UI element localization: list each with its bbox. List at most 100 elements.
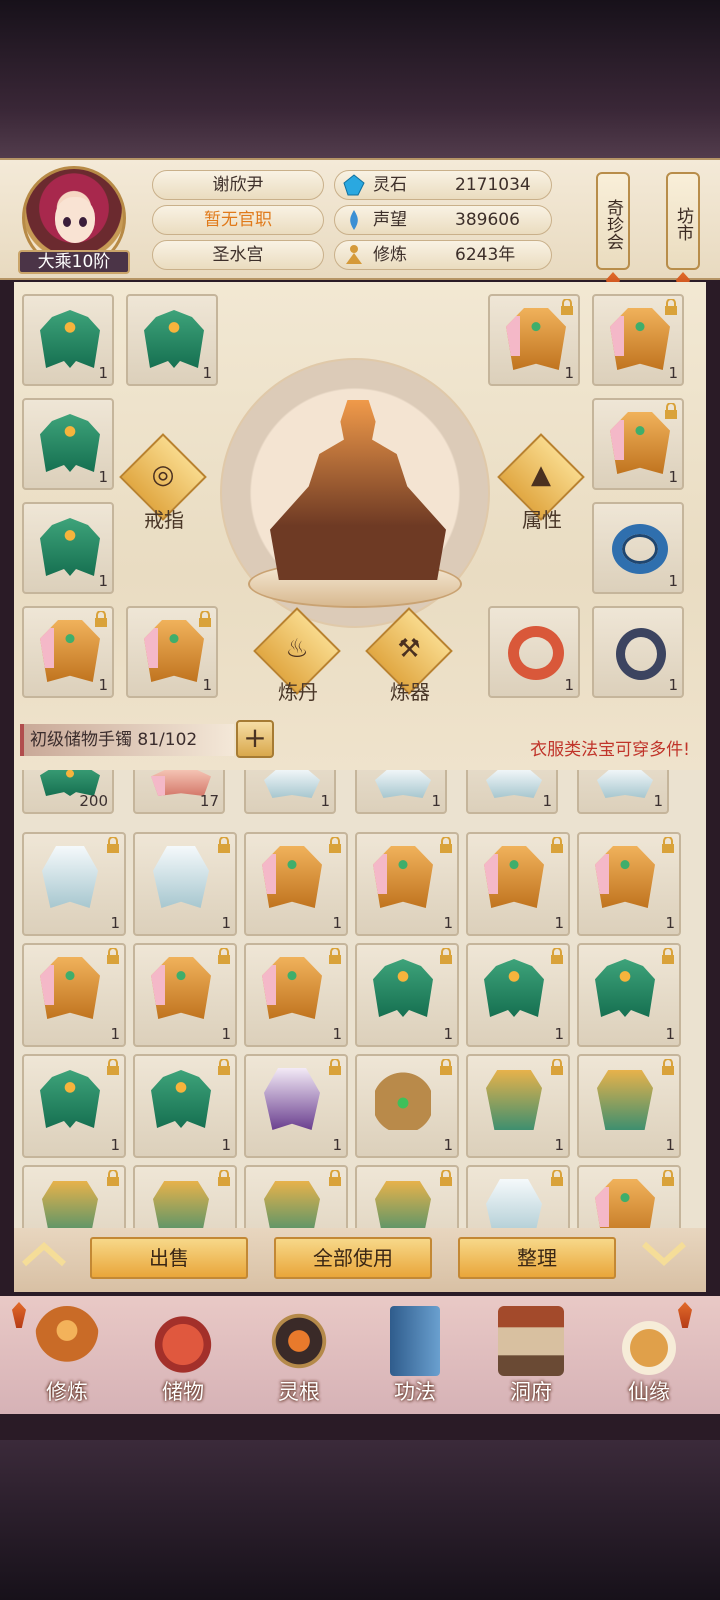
inventory-slot[interactable]: 1 [577, 770, 669, 814]
inventory-slot[interactable] [22, 1165, 126, 1228]
inventory-slot[interactable]: 1 [244, 1054, 348, 1158]
equip-slot[interactable]: 1 [126, 294, 218, 386]
lock-icon [551, 1059, 563, 1075]
inventory-slot[interactable] [466, 1165, 570, 1228]
green-robe-icon [373, 959, 433, 1017]
avatar-eye [79, 217, 87, 227]
equip-slot[interactable]: 1 [22, 294, 114, 386]
white-robe-icon [597, 770, 653, 798]
market-button[interactable]: 坊市 [666, 172, 700, 270]
attributes-label: 属性 [522, 508, 562, 532]
resource-cultivation: 修炼 6243年 [334, 240, 552, 270]
lock-icon [551, 837, 563, 853]
inventory-slot[interactable]: 1 [466, 832, 570, 936]
lock-icon [218, 948, 230, 964]
equip-slot[interactable]: 1 [592, 294, 684, 386]
inventory-slot[interactable]: 1 [355, 770, 447, 814]
lock-icon [551, 948, 563, 964]
use-all-button[interactable]: 全部使用 [274, 1237, 432, 1279]
inventory-slot[interactable]: 1 [466, 770, 558, 814]
tab-immortal-fate[interactable]: 仙缘 [590, 1304, 708, 1412]
armor-robe-icon [42, 1181, 98, 1228]
inventory-slot[interactable]: 1 [466, 943, 570, 1047]
lock-icon [551, 1170, 563, 1186]
inventory-slot[interactable]: 1 [244, 770, 336, 814]
inventory-slot[interactable]: 1 [466, 1054, 570, 1158]
inventory-slot[interactable]: 1 [577, 943, 681, 1047]
treasure-fair-button[interactable]: 奇珍会 [596, 172, 630, 270]
inventory-slot[interactable]: 1 [577, 1054, 681, 1158]
player-name: 谢欣尹 [152, 170, 324, 200]
white-robe-icon [42, 846, 98, 908]
tab-spirit-root[interactable]: 灵根 [240, 1304, 358, 1412]
ring-icon: ◎ [151, 460, 175, 490]
inventory-slot[interactable]: 1 [355, 832, 459, 936]
tab-skills[interactable]: 功法 [356, 1304, 474, 1412]
bottom-tab-bar: 修炼 储物 灵根 功法 洞府 仙缘 [0, 1296, 720, 1414]
inventory-slot[interactable]: 1 [133, 832, 237, 936]
lock-icon [329, 948, 341, 964]
inventory-slot[interactable] [133, 1165, 237, 1228]
lock-icon [107, 1170, 119, 1186]
green-robe-icon [144, 310, 204, 368]
storage-capacity: 81/102 [137, 730, 198, 750]
armor-robe-icon [597, 1070, 653, 1130]
inventory-slot[interactable]: 1 [355, 943, 459, 1047]
inventory-slot[interactable] [577, 1165, 681, 1228]
lock-icon [95, 611, 107, 627]
gold-robe-icon [484, 846, 544, 908]
inventory-slot[interactable]: 1 [577, 832, 681, 936]
lock-icon [218, 1170, 230, 1186]
blue-ring-icon [612, 524, 668, 574]
inventory-slot[interactable] [244, 1165, 348, 1228]
expand-storage-button[interactable]: + [236, 720, 274, 758]
inventory-slot[interactable]: 1 [244, 832, 348, 936]
lock-icon [662, 837, 674, 853]
inventory-slot[interactable]: 1 [244, 943, 348, 1047]
lock-icon [440, 837, 452, 853]
tab-cave-house[interactable]: 洞府 [472, 1304, 590, 1412]
inventory-slot[interactable]: 1 [22, 943, 126, 1047]
equip-slot[interactable]: 1 [22, 606, 114, 698]
sort-button[interactable]: 整理 [458, 1237, 616, 1279]
storage-bag-icon [150, 1306, 216, 1376]
tab-cultivation[interactable]: 修炼 [8, 1304, 126, 1412]
scroll-up-icon[interactable] [20, 1240, 68, 1268]
lock-icon [665, 299, 677, 315]
alchemy-label: 炼丹 [278, 680, 318, 704]
equip-slot[interactable]: 1 [22, 398, 114, 490]
equip-slot[interactable]: 1 [488, 294, 580, 386]
lock-icon [199, 611, 211, 627]
gold-robe-icon [595, 1179, 655, 1228]
inventory-slot[interactable]: 1 [355, 1054, 459, 1158]
inventory-slot[interactable]: 1 [22, 832, 126, 936]
forge-label: 炼器 [390, 680, 430, 704]
equip-slot[interactable]: 1 [22, 502, 114, 594]
equip-slot[interactable]: 1 [592, 606, 684, 698]
inventory-slot[interactable]: 17 [133, 770, 225, 814]
lock-icon [329, 1170, 341, 1186]
inventory-slot[interactable]: 1 [22, 1054, 126, 1158]
spirit-stone-icon [343, 174, 365, 196]
gold-robe-icon [40, 957, 100, 1019]
tab-storage[interactable]: 储物 [124, 1304, 242, 1412]
equip-slot[interactable]: 1 [488, 606, 580, 698]
gold-robe-icon [40, 620, 100, 682]
equip-slot[interactable]: 1 [126, 606, 218, 698]
inventory-grid[interactable]: 200 17 1 1 1 1 1 1 1 1 1 1 1 1 1 1 1 1 1… [14, 770, 706, 1228]
cultivation-figure-icon [34, 1306, 100, 1376]
inventory-slot[interactable]: 1 [133, 943, 237, 1047]
lock-icon [440, 1059, 452, 1075]
sell-button[interactable]: 出售 [90, 1237, 248, 1279]
inventory-slot[interactable] [355, 1165, 459, 1228]
inventory-slot[interactable]: 200 [22, 770, 114, 814]
player-title[interactable]: 暂无官职 [152, 205, 324, 235]
equip-slot[interactable]: 1 [592, 502, 684, 594]
lock-icon [107, 948, 119, 964]
avatar-eye [63, 217, 71, 227]
equip-slot[interactable]: 1 [592, 398, 684, 490]
scroll-down-icon[interactable] [640, 1240, 688, 1268]
armor-robe-icon [486, 1070, 542, 1130]
inventory-slot[interactable]: 1 [133, 1054, 237, 1158]
gold-robe-icon [151, 957, 211, 1019]
